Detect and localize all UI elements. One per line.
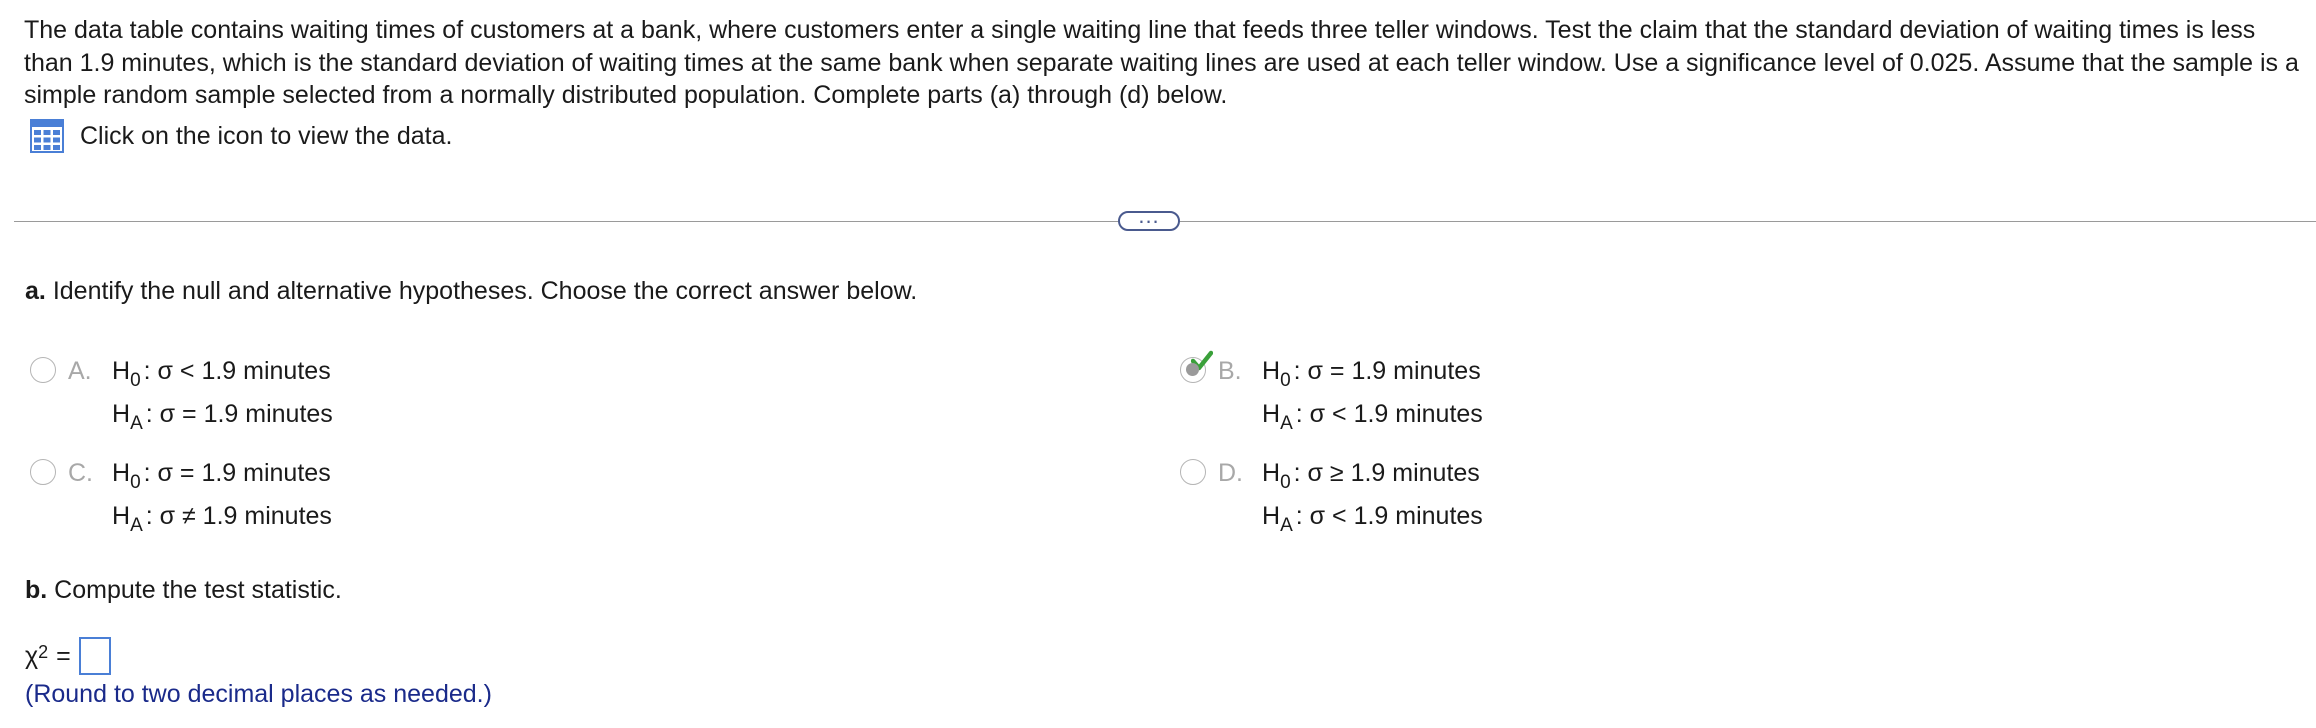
option-a-hypotheses: H0: σ < 1.9 minutes HA: σ = 1.9 minutes — [112, 351, 333, 437]
equals-sign: = — [56, 641, 71, 670]
option-a-ha: HA: σ = 1.9 minutes — [112, 400, 333, 434]
option-b-hypotheses: H0: σ = 1.9 minutes HA: σ < 1.9 minutes — [1262, 351, 1483, 437]
part-b-letter: b. — [25, 576, 48, 604]
option-a[interactable]: A. H0: σ < 1.9 minutes HA: σ = 1.9 minut… — [30, 351, 333, 437]
option-d-hypotheses: H0: σ ≥ 1.9 minutes HA: σ < 1.9 minutes — [1262, 453, 1483, 539]
chi-symbol: χ — [25, 641, 39, 670]
more-label: ... — [1138, 203, 1160, 228]
option-b-ha: HA: σ < 1.9 minutes — [1262, 400, 1483, 434]
option-d-h0: H0: σ ≥ 1.9 minutes — [1262, 459, 1480, 493]
option-c-radio[interactable] — [30, 459, 56, 485]
option-c-letter: C. — [68, 459, 93, 487]
option-c[interactable]: C. H0: σ = 1.9 minutes HA: σ ≠ 1.9 minut… — [30, 453, 332, 539]
option-d[interactable]: D. H0: σ ≥ 1.9 minutes HA: σ < 1.9 minut… — [1180, 453, 1483, 539]
view-data-text: Click on the icon to view the data. — [80, 121, 453, 150]
option-c-hypotheses: H0: σ = 1.9 minutes HA: σ ≠ 1.9 minutes — [112, 453, 332, 539]
test-statistic-row: χ2 = — [25, 637, 111, 675]
part-a-prompt: Identify the null and alternative hypoth… — [52, 277, 918, 305]
option-b-letter: B. — [1218, 357, 1242, 385]
option-c-h0: H0: σ = 1.9 minutes — [112, 459, 331, 493]
option-d-letter: D. — [1218, 459, 1243, 487]
test-statistic-input[interactable] — [78, 637, 111, 675]
option-d-radio[interactable] — [1180, 459, 1206, 485]
part-a-question: a. Identify the null and alternative hyp… — [25, 277, 917, 306]
option-a-letter: A. — [68, 357, 92, 385]
chi-exponent: 2 — [38, 641, 49, 662]
option-b[interactable]: B. H0: σ = 1.9 minutes HA: σ < 1.9 minut… — [1180, 350, 1483, 437]
checkmark-icon — [1191, 350, 1213, 371]
rounding-note: (Round to two decimal places as needed.) — [25, 680, 492, 708]
option-b-h0: H0: σ = 1.9 minutes — [1262, 357, 1481, 391]
option-b-radio[interactable] — [1180, 350, 1213, 383]
expand-more-button[interactable]: ... — [1118, 205, 1180, 231]
view-data-row: Click on the icon to view the data. — [30, 118, 452, 154]
problem-statement: The data table contains waiting times of… — [24, 16, 2299, 109]
grid-table-icon[interactable] — [30, 119, 64, 153]
option-d-ha: HA: σ < 1.9 minutes — [1262, 502, 1483, 536]
part-b-question: b. Compute the test statistic. — [25, 576, 342, 605]
option-a-radio[interactable] — [30, 357, 56, 383]
part-b-prompt: Compute the test statistic. — [54, 576, 342, 604]
option-c-ha: HA: σ ≠ 1.9 minutes — [112, 502, 332, 536]
option-a-h0: H0: σ < 1.9 minutes — [112, 357, 331, 391]
part-a-letter: a. — [25, 277, 46, 305]
